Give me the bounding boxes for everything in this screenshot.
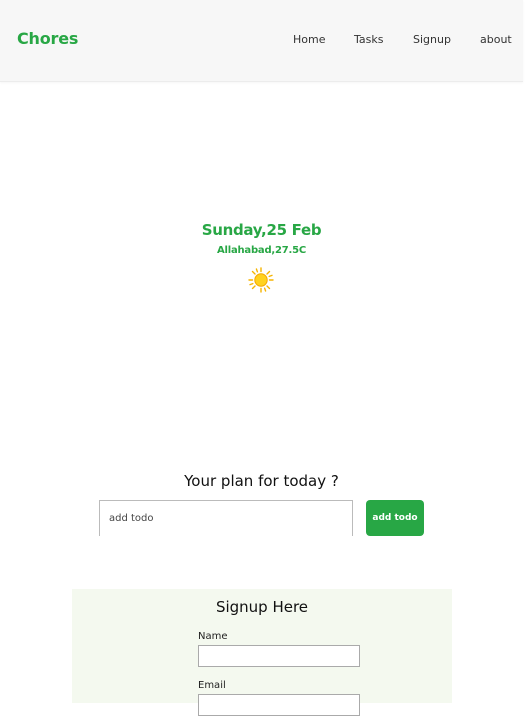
- nav-link-signup[interactable]: Signup: [413, 33, 451, 46]
- todo-heading: Your plan for today ?: [184, 472, 339, 490]
- email-field[interactable]: [198, 694, 360, 716]
- name-field[interactable]: [198, 645, 360, 667]
- add-todo-button[interactable]: add todo: [366, 500, 424, 536]
- name-label: Name: [198, 631, 228, 642]
- signup-title: Signup Here: [215, 598, 309, 616]
- todo-input[interactable]: [99, 500, 353, 536]
- nav-link-about[interactable]: about: [480, 33, 512, 46]
- brand-logo[interactable]: Chores: [17, 29, 78, 48]
- email-label: Email: [198, 680, 226, 691]
- navbar: Chores Home Tasks Signup about: [0, 0, 523, 82]
- weather-date: Sunday,25 Feb: [201, 221, 322, 239]
- nav-link-home[interactable]: Home: [293, 33, 325, 46]
- nav-link-tasks[interactable]: Tasks: [354, 33, 383, 46]
- weather-location: Allahabad,27.5C: [216, 245, 307, 256]
- signup-panel: Signup Here Name Email: [72, 589, 452, 716]
- sun-icon: [248, 267, 274, 293]
